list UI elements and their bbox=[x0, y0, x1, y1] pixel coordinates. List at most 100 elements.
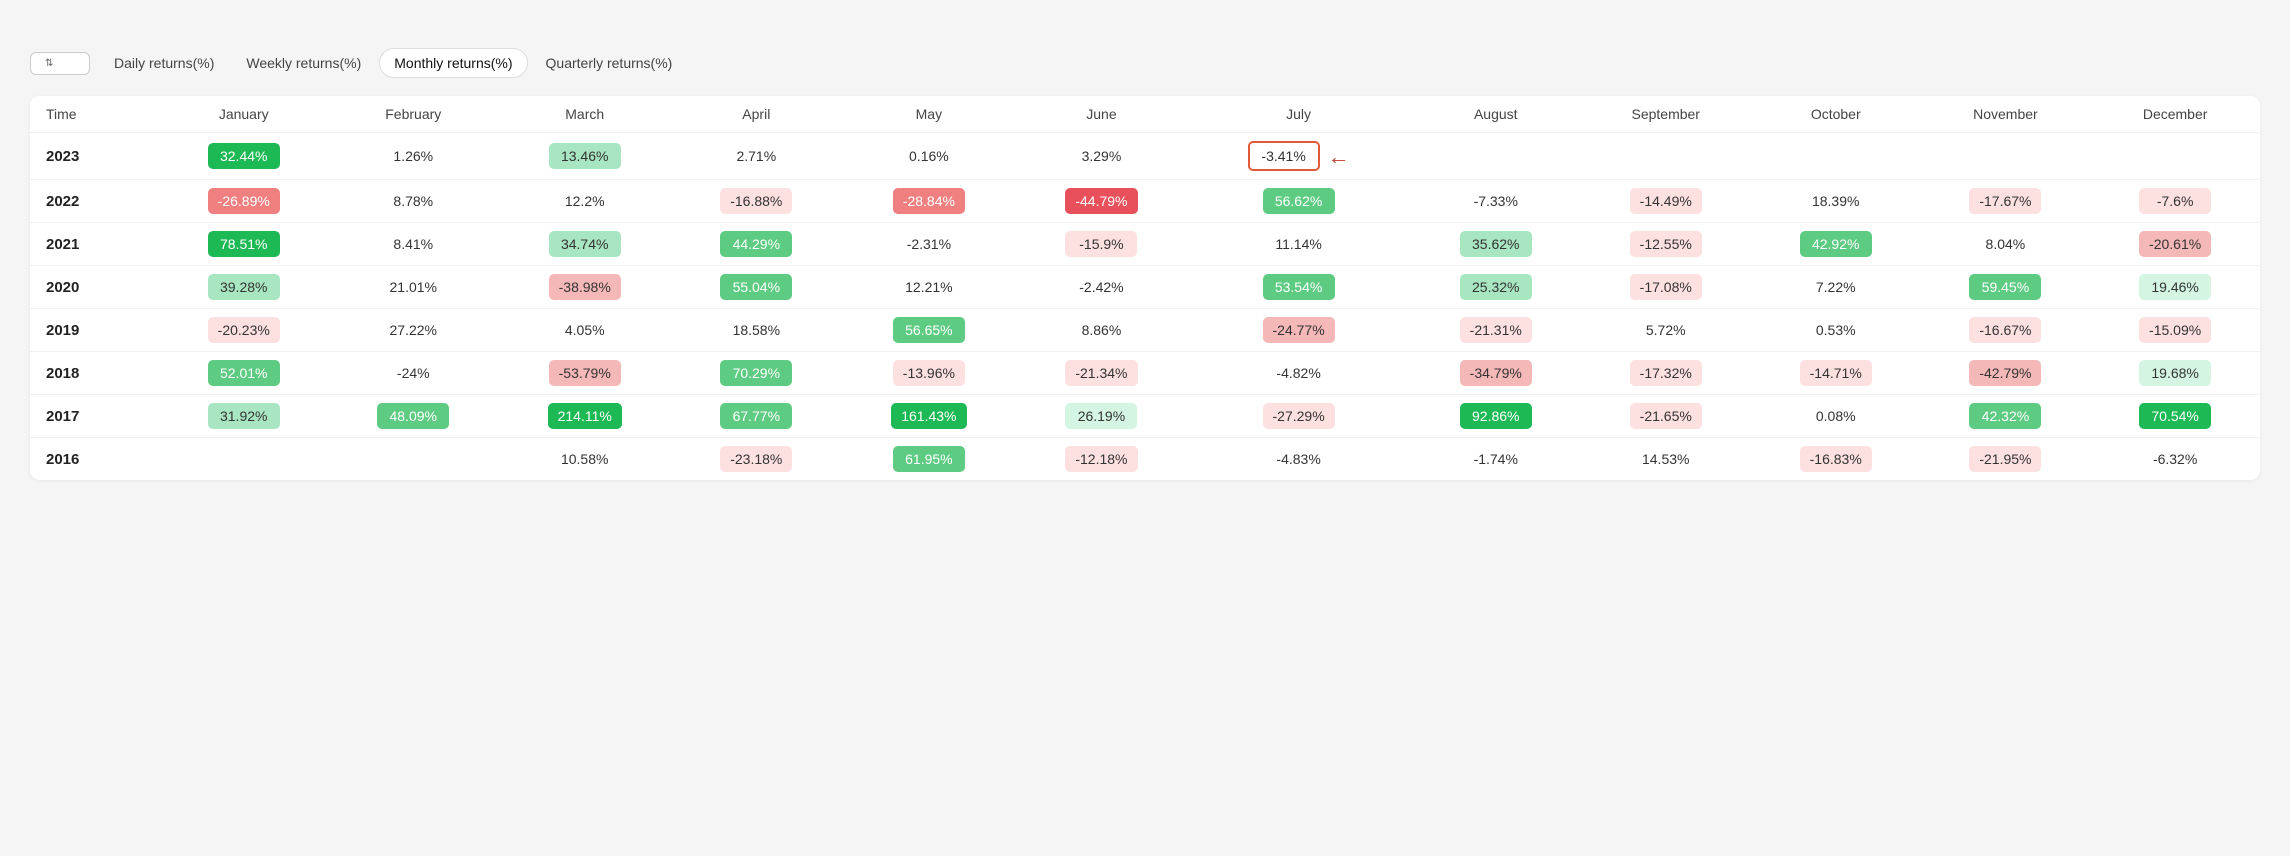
col-header-april: April bbox=[671, 96, 841, 133]
table-cell: -44.79% bbox=[1017, 180, 1187, 223]
table-cell: -26.89% bbox=[159, 180, 329, 223]
table-cell: 61.95% bbox=[841, 438, 1016, 481]
table-cell: 4.05% bbox=[498, 309, 672, 352]
table-cell: -3.41%← bbox=[1186, 133, 1411, 180]
table-cell: 0.16% bbox=[841, 133, 1016, 180]
table-cell: -16.88% bbox=[671, 180, 841, 223]
table-cell: 25.32% bbox=[1411, 266, 1581, 309]
col-header-january: January bbox=[159, 96, 329, 133]
table-cell: -16.67% bbox=[1921, 309, 2091, 352]
table-cell: 55.04% bbox=[671, 266, 841, 309]
table-cell: 18.58% bbox=[671, 309, 841, 352]
col-header-time: Time bbox=[30, 96, 159, 133]
table-cell: 12.2% bbox=[498, 180, 672, 223]
table-cell: 161.43% bbox=[841, 395, 1016, 438]
tab-3[interactable]: Quarterly returns(%) bbox=[532, 48, 687, 78]
table-row: 202332.44%1.26%13.46%2.71%0.16%3.29%-3.4… bbox=[30, 133, 2260, 180]
table-cell: -16.83% bbox=[1751, 438, 1921, 481]
table-cell: 5.72% bbox=[1581, 309, 1751, 352]
col-header-september: September bbox=[1581, 96, 1751, 133]
table-cell: -13.96% bbox=[841, 352, 1016, 395]
table-row: 201610.58%-23.18%61.95%-12.18%-4.83%-1.7… bbox=[30, 438, 2260, 481]
col-header-november: November bbox=[1921, 96, 2091, 133]
tab-0[interactable]: Daily returns(%) bbox=[100, 48, 228, 78]
table-cell: 11.14% bbox=[1186, 223, 1411, 266]
table-cell bbox=[1411, 133, 1581, 180]
table-cell: 10.58% bbox=[498, 438, 672, 481]
tab-2[interactable]: Monthly returns(%) bbox=[379, 48, 527, 78]
table-cell: -7.33% bbox=[1411, 180, 1581, 223]
year-2018: 2018 bbox=[30, 352, 159, 395]
year-2020: 2020 bbox=[30, 266, 159, 309]
table-cell: 8.04% bbox=[1921, 223, 2091, 266]
table-cell: 42.92% bbox=[1751, 223, 1921, 266]
asset-selector[interactable]: ⇅ bbox=[30, 52, 90, 75]
col-header-february: February bbox=[329, 96, 498, 133]
col-header-august: August bbox=[1411, 96, 1581, 133]
table-cell: -21.34% bbox=[1017, 352, 1187, 395]
table-cell: -2.31% bbox=[841, 223, 1016, 266]
table-cell: 3.29% bbox=[1017, 133, 1187, 180]
table-row: 201731.92%48.09%214.11%67.77%161.43%26.1… bbox=[30, 395, 2260, 438]
table-cell: -15.9% bbox=[1017, 223, 1187, 266]
col-header-may: May bbox=[841, 96, 1016, 133]
table-cell: 92.86% bbox=[1411, 395, 1581, 438]
col-header-december: December bbox=[2090, 96, 2260, 133]
table-cell: -21.31% bbox=[1411, 309, 1581, 352]
table-cell: -27.29% bbox=[1186, 395, 1411, 438]
table-cell: -20.23% bbox=[159, 309, 329, 352]
table-cell: -21.65% bbox=[1581, 395, 1751, 438]
table-cell: -15.09% bbox=[2090, 309, 2260, 352]
col-header-october: October bbox=[1751, 96, 1921, 133]
table-cell: 14.53% bbox=[1581, 438, 1751, 481]
table-row: 2022-26.89%8.78%12.2%-16.88%-28.84%-44.7… bbox=[30, 180, 2260, 223]
table-cell: -23.18% bbox=[671, 438, 841, 481]
year-2019: 2019 bbox=[30, 309, 159, 352]
table-cell: 34.74% bbox=[498, 223, 672, 266]
table-cell bbox=[1921, 133, 2091, 180]
table-cell: 78.51% bbox=[159, 223, 329, 266]
table-cell bbox=[2090, 133, 2260, 180]
table-cell: 56.65% bbox=[841, 309, 1016, 352]
table-row: 201852.01%-24%-53.79%70.29%-13.96%-21.34… bbox=[30, 352, 2260, 395]
tab-1[interactable]: Weekly returns(%) bbox=[232, 48, 375, 78]
table-cell: 39.28% bbox=[159, 266, 329, 309]
table-cell: -2.42% bbox=[1017, 266, 1187, 309]
table-cell: -7.6% bbox=[2090, 180, 2260, 223]
table-cell: -53.79% bbox=[498, 352, 672, 395]
table-cell bbox=[1581, 133, 1751, 180]
table-cell: 67.77% bbox=[671, 395, 841, 438]
table-cell: 26.19% bbox=[1017, 395, 1187, 438]
table-cell: -14.49% bbox=[1581, 180, 1751, 223]
table-cell: -12.55% bbox=[1581, 223, 1751, 266]
table-cell: 27.22% bbox=[329, 309, 498, 352]
table-row: 202039.28%21.01%-38.98%55.04%12.21%-2.42… bbox=[30, 266, 2260, 309]
year-2022: 2022 bbox=[30, 180, 159, 223]
table-cell: -21.95% bbox=[1921, 438, 2091, 481]
table-cell: -4.82% bbox=[1186, 352, 1411, 395]
table-cell: -42.79% bbox=[1921, 352, 2091, 395]
table-cell: 56.62% bbox=[1186, 180, 1411, 223]
table-cell bbox=[159, 438, 329, 481]
toolbar: ⇅ Daily returns(%)Weekly returns(%)Month… bbox=[30, 48, 2260, 78]
chevron-icon: ⇅ bbox=[45, 58, 53, 69]
table-cell: 42.32% bbox=[1921, 395, 2091, 438]
table-cell: -12.18% bbox=[1017, 438, 1187, 481]
table-cell: -17.32% bbox=[1581, 352, 1751, 395]
table-cell: -34.79% bbox=[1411, 352, 1581, 395]
table-cell: 52.01% bbox=[159, 352, 329, 395]
table-cell: -17.08% bbox=[1581, 266, 1751, 309]
table-body: 202332.44%1.26%13.46%2.71%0.16%3.29%-3.4… bbox=[30, 133, 2260, 481]
returns-table: TimeJanuaryFebruaryMarchAprilMayJuneJuly… bbox=[30, 96, 2260, 480]
table-cell: -24.77% bbox=[1186, 309, 1411, 352]
table-cell: 18.39% bbox=[1751, 180, 1921, 223]
table-cell: 48.09% bbox=[329, 395, 498, 438]
table-row: 202178.51%8.41%34.74%44.29%-2.31%-15.9%1… bbox=[30, 223, 2260, 266]
table-cell: 8.41% bbox=[329, 223, 498, 266]
table-cell: -17.67% bbox=[1921, 180, 2091, 223]
table-cell: -6.32% bbox=[2090, 438, 2260, 481]
table-cell: 19.46% bbox=[2090, 266, 2260, 309]
table-cell: -20.61% bbox=[2090, 223, 2260, 266]
table-cell: 44.29% bbox=[671, 223, 841, 266]
table-cell: 13.46% bbox=[498, 133, 672, 180]
